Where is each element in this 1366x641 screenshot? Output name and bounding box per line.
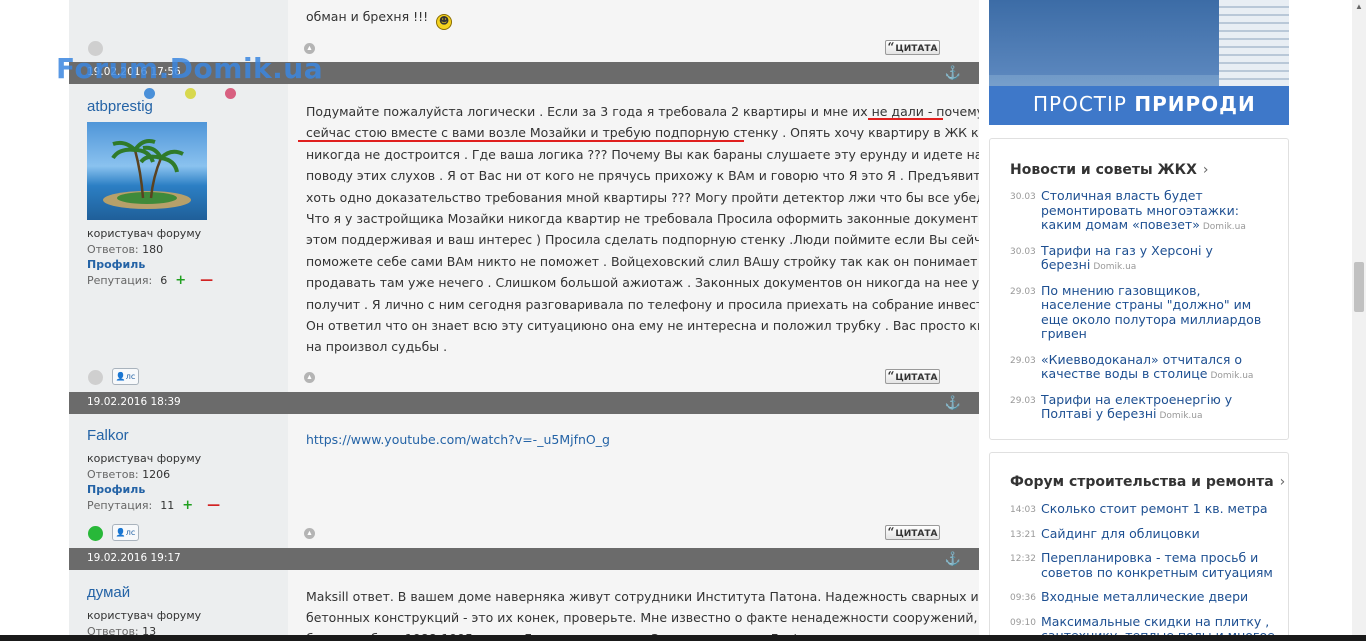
scroll-up-icon[interactable]: ▲ (304, 372, 315, 383)
message-line: продавать там уже нечего . Слишком больш… (306, 275, 979, 291)
news-source: Domik.ua (1093, 262, 1137, 272)
news-headline[interactable]: Входные металлические двери (1041, 589, 1281, 605)
news-time: 29.03 (1010, 355, 1036, 366)
post-date: 19.02.2016 18:39 (87, 396, 181, 408)
news-headline[interactable]: Столичная власть будет ремонтировать мног… (1041, 188, 1281, 235)
news-time: 29.03 (1010, 395, 1036, 406)
message-line: никогда не достроится . Где ваша логика … (306, 146, 979, 162)
rep-minus-button[interactable]: — (207, 498, 220, 513)
post-1-user-info: користувач форуму Ответов: 180 Профиль Р… (87, 227, 214, 288)
message-line: на произвол судьбы . (306, 339, 448, 355)
scroll-up-icon[interactable]: ▲ (304, 528, 315, 539)
news-source: Domik.ua (1210, 371, 1254, 381)
post-1-username[interactable]: atbprestig (87, 98, 153, 115)
profile-link[interactable]: Профиль (87, 257, 213, 273)
post-date: 19.02.2016 19:17 (87, 552, 181, 564)
message-line: Он ответил что он знает всю эту ситуацию… (306, 318, 979, 334)
message-line: получит . Я лично с ним сегодня разговар… (306, 296, 979, 312)
news-time: 30.03 (1010, 246, 1036, 257)
watermark-dot (144, 88, 155, 99)
news-time: 13:21 (1010, 529, 1036, 540)
anchor-icon[interactable]: ⚓ (945, 551, 961, 567)
post-3-username[interactable]: думай (87, 584, 130, 601)
watermark-dot (185, 88, 196, 99)
message-line: этом поддерживая и ваш интерес ) Просила… (306, 232, 979, 248)
user-icon: 👤 (115, 372, 126, 381)
message-line: Maksill ответ. В вашем доме наверняка жи… (306, 589, 979, 604)
forum-box-title[interactable]: Форум строительства и ремонта › (1010, 474, 1285, 490)
private-message-button[interactable]: 👤лс (112, 368, 139, 385)
post-3-header: 19.02.2016 19:17 ⚓ (69, 548, 979, 570)
news-headline[interactable]: Тарифи на газ у Херсоні у березні Domik.ua (1041, 243, 1281, 275)
underline-mark (298, 140, 744, 142)
rep-plus-button[interactable]: + (182, 498, 193, 513)
rep-minus-button[interactable]: — (200, 273, 213, 288)
news-headline[interactable]: Сайдинг для облицовки (1041, 526, 1281, 542)
banner-text: ПРОСТІР ПРИРОДИ (1033, 92, 1256, 116)
news-time: 30.03 (1010, 192, 1036, 202)
message-line: Что я у застройщика Мозайки никогда квар… (306, 211, 979, 227)
ad-banner[interactable]: ПРОСТІР ПРИРОДИ (989, 0, 1289, 125)
news-headline[interactable]: «Киевводоканал» отчитался о качестве воды… (1041, 352, 1281, 384)
news-source: Domik.ua (1202, 222, 1246, 232)
quote-button[interactable]: “ЦИТАТА (885, 525, 940, 540)
quote-button[interactable]: “ЦИТАТА (885, 369, 940, 384)
news-headline[interactable]: Сколько стоит ремонт 1 кв. метра (1041, 501, 1281, 517)
chevron-right-icon: › (1202, 162, 1209, 178)
news-time: 29.03 (1010, 286, 1036, 297)
news-headline[interactable]: По мнению газовщиков, население страны "д… (1041, 283, 1281, 342)
online-status-icon (88, 370, 103, 385)
rep-plus-button[interactable]: + (175, 273, 186, 288)
forum-box: Форум строительства и ремонта › 14:03 Скол… (989, 452, 1289, 641)
watermark-dot (225, 88, 236, 99)
post-2-username[interactable]: Falkor (87, 427, 129, 444)
news-time: 12:32 (1010, 554, 1036, 564)
user-icon: 👤 (115, 528, 126, 537)
avatar (87, 122, 207, 220)
news-time: 14:03 (1010, 505, 1036, 515)
smiley-icon: ☻ (436, 14, 453, 30)
page-scrollbar[interactable]: ▲ (1352, 0, 1366, 641)
private-message-button[interactable]: 👤лс (112, 524, 139, 541)
message-line: бетонных конструкций - это их конек, про… (306, 610, 979, 625)
online-status-icon (88, 526, 103, 541)
post-0-text: обман и брехня !!! ☻ (306, 6, 971, 30)
post-2-user-info: користувач форуму Ответов: 1206 Профиль … (87, 452, 221, 513)
news-time: 09:36 (1010, 593, 1036, 603)
post-2-header: 19.02.2016 18:39 ⚓ (69, 392, 979, 414)
youtube-link[interactable]: https://www.youtube.com/watch?v=-_u5Mjfn… (306, 432, 610, 447)
news-source: Domik.ua (1159, 411, 1203, 421)
message-line: поводу этих слухов . Я от Вас ни от кого… (306, 168, 979, 184)
quote-button[interactable]: “ЦИТАТА (885, 40, 940, 55)
news-headline[interactable]: Перепланировка - тема просьб и советов по… (1041, 550, 1281, 580)
message-line: хоть одно доказательство требования мной… (306, 189, 979, 205)
site-watermark: Forum.Domik.ua (56, 52, 324, 85)
bottom-edge (0, 635, 1366, 641)
profile-link[interactable]: Профиль (87, 482, 220, 498)
anchor-icon[interactable]: ⚓ (945, 395, 961, 411)
underline-mark (868, 118, 943, 120)
post-3-text: Maksill ответ. В вашем доме наверняка жи… (306, 586, 979, 641)
anchor-icon[interactable]: ⚓ (945, 65, 961, 81)
scrollbar-thumb[interactable] (1354, 262, 1364, 312)
news-headline[interactable]: Тарифи на електроенергію у Полтаві у бере… (1041, 392, 1281, 424)
news-time: 09:10 (1010, 617, 1036, 628)
news-box-title[interactable]: Новости и советы ЖКХ › (1010, 162, 1209, 178)
message-line: поможете себе сами ВАм никто не поможет … (306, 253, 979, 269)
scroll-up-arrow-icon[interactable]: ▲ (1355, 2, 1363, 11)
news-box: Новости и советы ЖКХ › 30.03 Столичная вла… (989, 138, 1289, 440)
forum-thread: обман и брехня !!! ☻ ▲ “ЦИТАТА 19.02.201… (69, 0, 979, 641)
chevron-right-icon: › (1279, 474, 1286, 490)
